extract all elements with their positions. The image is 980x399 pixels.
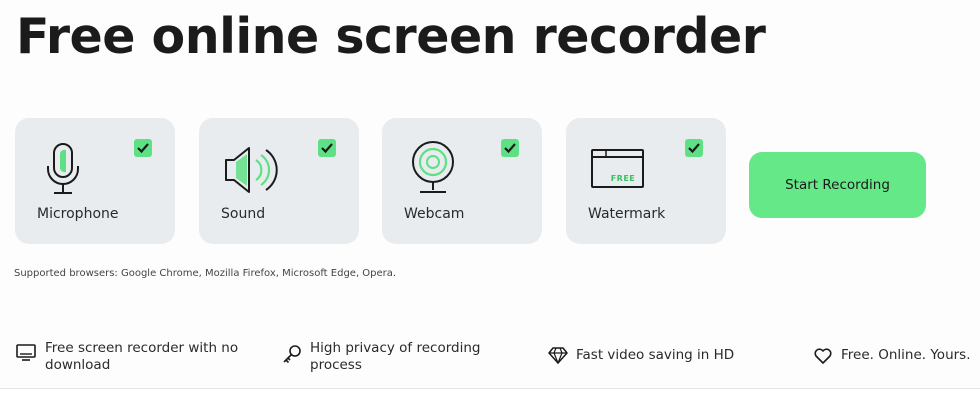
- watermark-badge: FREE: [611, 174, 636, 183]
- page-title: Free online screen recorder: [16, 8, 766, 65]
- microphone-icon: [39, 140, 89, 204]
- heart-icon: [813, 347, 833, 369]
- feature-free-online: Free. Online. Yours.: [813, 347, 971, 369]
- sound-checkbox[interactable]: [318, 139, 336, 157]
- option-card-watermark[interactable]: FREE Watermark: [566, 118, 726, 244]
- feature-privacy: High privacy of recording process: [282, 340, 480, 374]
- feature-line: High privacy of recording: [310, 340, 481, 356]
- watermark-label: Watermark: [588, 206, 666, 222]
- webcam-label: Webcam: [404, 206, 465, 222]
- feature-line: Fast video saving in HD: [576, 347, 735, 363]
- feature-line: process: [310, 357, 362, 373]
- microphone-checkbox[interactable]: [134, 139, 152, 157]
- key-icon: [282, 344, 302, 368]
- feature-line: download: [45, 357, 111, 373]
- diamond-icon: [548, 346, 568, 368]
- feature-line: Free. Online. Yours.: [841, 347, 971, 363]
- option-card-webcam[interactable]: Webcam: [382, 118, 542, 244]
- feature-fast-saving: Fast video saving in HD: [548, 347, 734, 368]
- monitor-icon: [16, 344, 36, 366]
- feature-no-download: Free screen recorder with no download: [16, 340, 238, 374]
- sound-label: Sound: [221, 206, 266, 222]
- watermark-checkbox[interactable]: [685, 139, 703, 157]
- supported-browsers-note: Supported browsers: Google Chrome, Mozil…: [14, 268, 397, 279]
- start-recording-button[interactable]: Start Recording: [749, 152, 926, 218]
- option-card-sound[interactable]: Sound: [199, 118, 359, 244]
- watermark-icon: FREE: [590, 140, 646, 204]
- speaker-icon: [223, 140, 279, 204]
- feature-line: Free screen recorder with no: [45, 340, 239, 356]
- page-frame: Free online screen recorder Microphone S…: [0, 0, 980, 389]
- option-card-microphone[interactable]: Microphone: [15, 118, 175, 244]
- webcam-checkbox[interactable]: [501, 139, 519, 157]
- microphone-label: Microphone: [37, 206, 119, 222]
- webcam-icon: [406, 140, 460, 204]
